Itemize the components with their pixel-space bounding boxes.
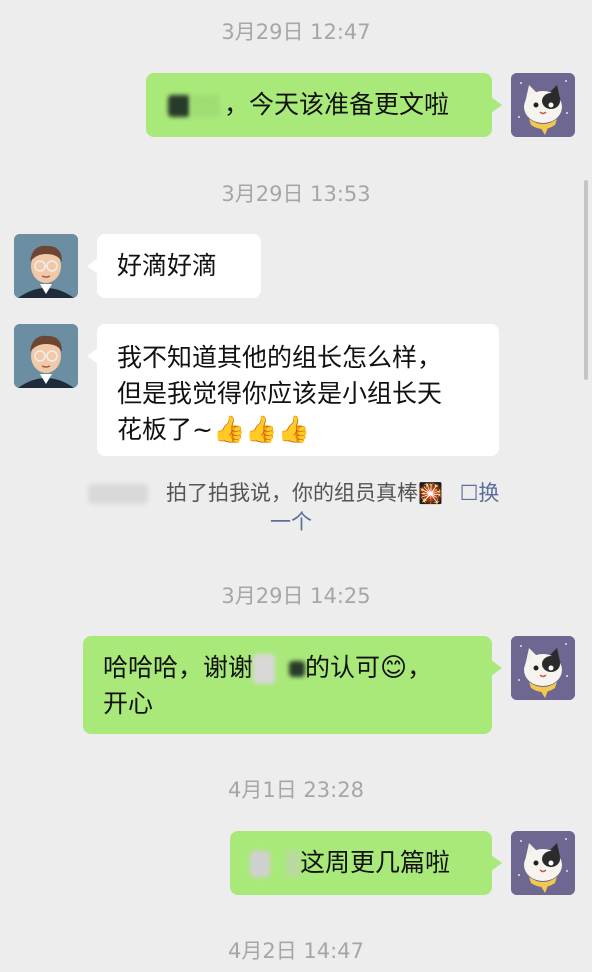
avatar-self[interactable] [511, 636, 575, 700]
message-text: 花板了~ [117, 415, 213, 444]
edit-pat-label: 换 [478, 481, 500, 505]
avatar-peer[interactable] [14, 324, 78, 388]
avatar-self[interactable] [511, 73, 575, 137]
message-text: 哈哈哈，谢谢 [103, 653, 254, 682]
message-text-line: 花板了~👍👍👍 [117, 412, 499, 448]
pat-text: 拍了拍我说，你的组员真棒 [166, 481, 418, 505]
redacted-name [190, 95, 220, 117]
message-text: ，今天该准备更文啦 [224, 90, 450, 119]
cat-avatar-icon [511, 636, 575, 700]
firework-emoji-icon: 🎇 [418, 481, 443, 505]
smile-emoji-icon: 😊 [380, 653, 408, 683]
edit-pat-button-line2[interactable]: 一个 [270, 507, 312, 537]
avatar-self[interactable] [511, 831, 575, 895]
thumbs-up-emoji-icon: 👍 [245, 415, 278, 445]
redacted-name [289, 661, 306, 677]
message-text: 这周更几篇啦 [300, 848, 451, 877]
message-text-line: 但是我觉得你应该是小组长天 [117, 379, 443, 408]
redacted-name [253, 654, 276, 684]
message-bubble-self[interactable]: 哈哈哈，谢谢 的认可😊， 开心 [83, 636, 502, 734]
message-text: ， [407, 653, 433, 682]
message-text: 的认可 [305, 653, 381, 682]
message-bubble-peer[interactable]: 好滴好滴 [87, 234, 261, 298]
avatar-peer[interactable] [14, 234, 78, 298]
message-text: 好滴好滴 [117, 251, 218, 280]
message-bubble-self[interactable]: 这周更几篇啦 [230, 831, 502, 895]
edit-pat-button[interactable]: ☐换 [460, 481, 500, 505]
timestamp: 4月2日 14:47 [228, 939, 364, 963]
message-text-line: 哈哈哈，谢谢 的认可😊， [103, 650, 492, 686]
thumbs-up-emoji-icon: 👍 [277, 415, 311, 445]
timestamp: 4月1日 23:28 [228, 778, 364, 802]
timestamp: 3月29日 12:47 [221, 20, 371, 44]
pat-notice: 拍了拍我说，你的组员真棒🎇 ☐换 [88, 478, 558, 508]
timestamp: 3月29日 13:53 [221, 182, 371, 206]
edit-icon: ☐ [459, 481, 479, 505]
cat-avatar-icon [511, 73, 575, 137]
redacted-name [250, 851, 270, 877]
message-bubble-peer[interactable]: 我不知道其他的组长怎么样， 但是我觉得你应该是小组长天 花板了~👍👍👍 [87, 324, 499, 456]
timestamp: 3月29日 14:25 [221, 584, 371, 608]
redacted-name [88, 484, 148, 504]
redacted-name [286, 851, 300, 877]
message-text-line: 我不知道其他的组长怎么样， [117, 343, 443, 372]
scrollbar[interactable] [584, 180, 588, 380]
man-avatar-icon [14, 234, 78, 298]
thumbs-up-emoji-icon: 👍 [212, 415, 246, 445]
message-bubble-self[interactable]: ，今天该准备更文啦 [146, 73, 502, 137]
message-text-line: 开心 [103, 689, 154, 718]
man-avatar-icon [14, 324, 78, 388]
cat-avatar-icon [511, 831, 575, 895]
redacted-name [168, 95, 190, 117]
